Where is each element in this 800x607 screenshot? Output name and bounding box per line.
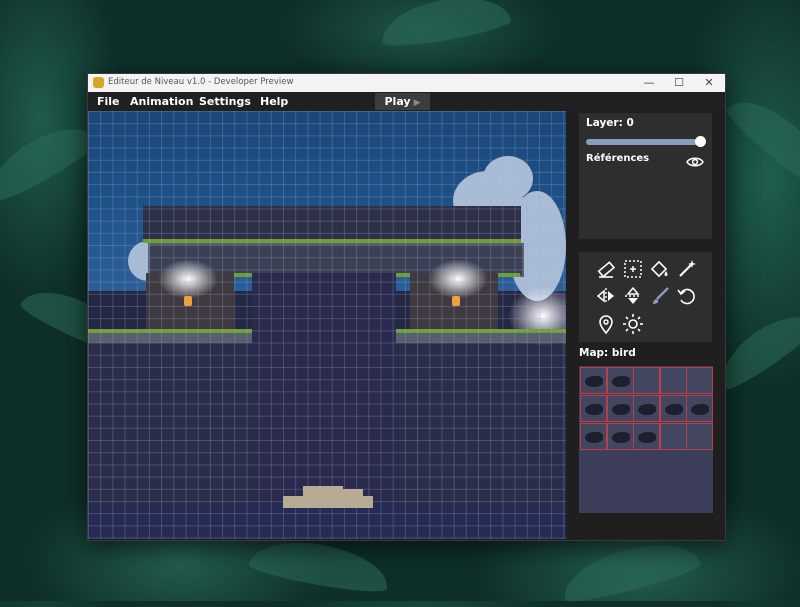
tile-cell[interactable] [580,367,607,394]
bird-sprite [638,432,657,443]
tile-grid [88,111,566,539]
bird-sprite [611,376,630,387]
tile-cell[interactable] [659,395,687,422]
layer-label: Layer: 0 [586,117,634,129]
location-pin-icon[interactable] [595,313,617,335]
tile-cell[interactable] [580,395,607,422]
bird-sprite [585,404,603,415]
flip-horizontal-icon[interactable] [595,285,617,307]
close-button[interactable]: ✕ [694,74,724,92]
layer-panel: Layer: 0 Références [579,113,712,239]
bird-sprite [638,404,657,415]
tileset-panel [579,366,714,513]
menu-settings[interactable]: Settings [199,95,251,108]
bird-sprite [585,432,603,443]
bird-sprite [691,404,710,415]
tile-cell[interactable] [686,395,714,422]
bird-sprite [611,404,630,415]
menu-file[interactable]: File [97,95,120,108]
play-button[interactable]: Play ▶ [375,93,430,110]
eye-icon[interactable] [686,153,704,167]
tile-cell[interactable] [606,423,634,450]
tile-cell[interactable] [580,423,607,450]
app-icon [93,77,104,88]
bird-sprite [664,404,683,415]
bird-sprite [585,376,603,387]
tile-cell[interactable] [606,395,634,422]
play-label: Play [384,95,411,108]
selection-icon[interactable] [622,258,644,280]
bird-sprite [611,432,630,443]
menu-animation[interactable]: Animation [130,95,193,108]
maximize-button[interactable]: ☐ [664,74,694,92]
menu-help[interactable]: Help [260,95,288,108]
tile-cell[interactable] [633,423,661,450]
title-bar[interactable]: Editeur de Niveau v1.0 - Developer Previ… [88,74,725,92]
light-icon[interactable] [622,313,644,335]
level-canvas[interactable] [88,111,566,539]
tile-cell[interactable] [686,367,714,394]
layer-slider-thumb[interactable] [695,136,706,147]
map-label: Map: bird [579,347,636,359]
tools-panel [579,252,712,342]
tile-cell[interactable] [686,423,714,450]
references-label: Références [586,153,650,164]
flip-vertical-icon[interactable] [622,285,644,307]
background-leaf [377,0,513,51]
eraser-icon[interactable] [595,258,617,280]
tile-cell[interactable] [633,395,661,422]
background-leaf [247,533,393,597]
tile-cell[interactable] [659,367,687,394]
undo-icon[interactable] [676,285,698,307]
background-leaf [721,85,800,193]
magic-wand-icon[interactable] [676,258,698,280]
brush-icon[interactable] [649,285,671,307]
background-leaf [557,532,703,607]
tileset-grid [579,366,714,452]
layer-slider[interactable] [586,139,704,145]
play-icon: ▶ [413,98,421,108]
fill-icon[interactable] [649,258,671,280]
minimize-button[interactable]: — [634,74,664,92]
tile-cell[interactable] [606,367,634,394]
editor-window: Editeur de Niveau v1.0 - Developer Previ… [87,73,726,541]
window-title: Editeur de Niveau v1.0 - Developer Previ… [108,77,294,87]
tile-cell[interactable] [659,423,687,450]
tile-cell[interactable] [633,367,661,394]
menu-bar: File Animation Settings Help Play ▶ [88,92,725,111]
